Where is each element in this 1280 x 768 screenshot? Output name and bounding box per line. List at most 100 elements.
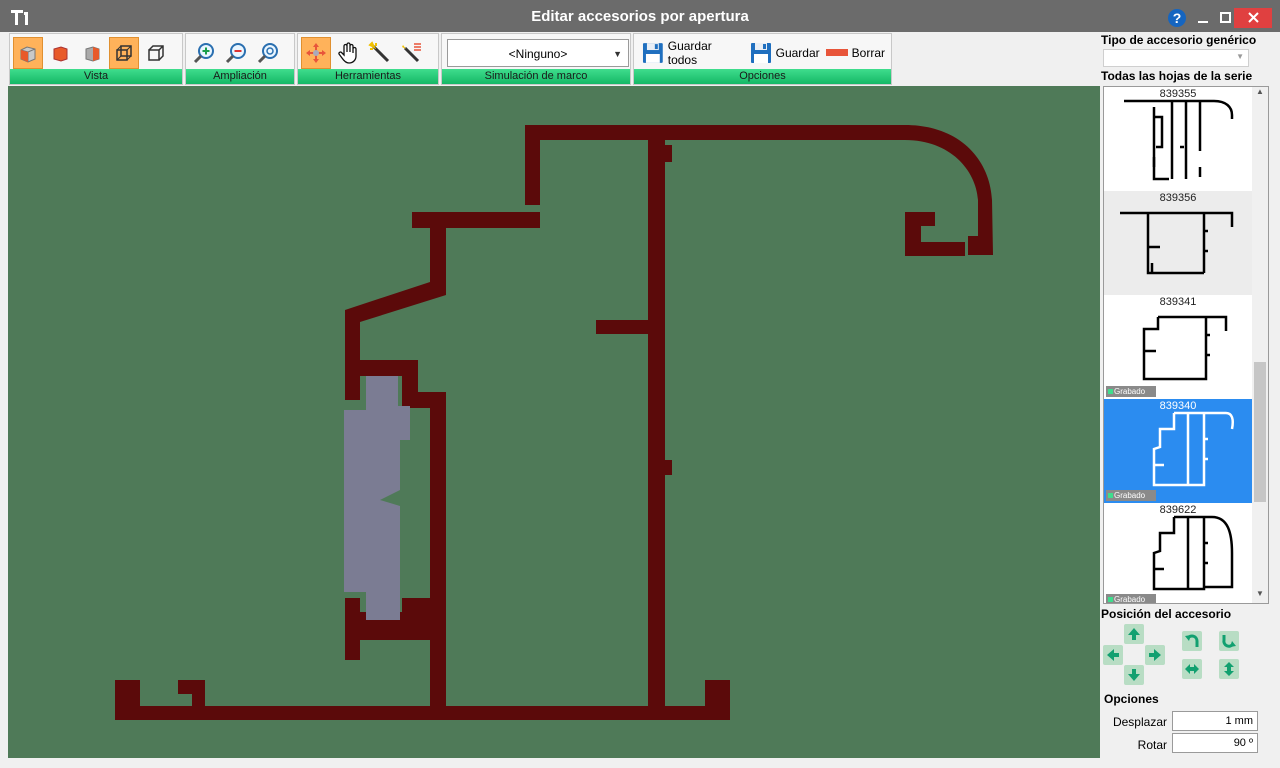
view-perspective-icon <box>148 45 164 61</box>
list-item[interactable]: 839356 <box>1104 191 1252 295</box>
hand-tool-button[interactable] <box>333 37 363 69</box>
delete-icon <box>825 49 848 56</box>
window-title: Editar accesorios por apertura <box>531 8 749 25</box>
flip-horizontal-icon <box>1185 664 1199 674</box>
save-label: Guardar <box>775 46 820 60</box>
frame-simulation-select[interactable]: <Ninguno> ▼ <box>447 39 629 67</box>
list-item[interactable]: 839340 Grabado <box>1104 399 1252 503</box>
toolbar-group-opciones: Guardar todos Guardar Borrar Opciones <box>633 33 892 85</box>
delete-label: Borrar <box>851 46 885 60</box>
generic-type-select[interactable]: ▼ <box>1103 49 1249 67</box>
view-3d-icon <box>20 46 36 63</box>
list-item[interactable]: 839622 Grabado <box>1104 503 1252 603</box>
rotar-label: Rotar <box>1137 738 1167 752</box>
series-label: Todas las hojas de la serie <box>1101 69 1253 83</box>
wand-tool-icon <box>368 41 390 63</box>
maximize-button[interactable] <box>1214 8 1236 28</box>
accessory-shape <box>344 376 410 620</box>
zoom-out-button[interactable] <box>221 37 251 69</box>
list-scrollbar[interactable]: ▲ ▼ <box>1252 87 1268 603</box>
toolbar-group-ampliacion: Ampliación <box>185 33 295 85</box>
minimize-button[interactable] <box>1192 8 1214 28</box>
profile-thumbnail <box>1142 315 1228 381</box>
view-wireframe-button[interactable] <box>109 37 139 69</box>
delete-button[interactable]: Borrar <box>825 38 885 68</box>
save-all-icon <box>642 43 663 63</box>
rotate-right-button[interactable] <box>1219 631 1239 651</box>
zoom-in-button[interactable] <box>189 37 219 69</box>
chevron-down-icon: ▼ <box>613 49 622 59</box>
profile-bottom-bar <box>115 680 730 720</box>
hand-tool-icon <box>338 42 357 64</box>
flip-horizontal-button[interactable] <box>1182 659 1202 679</box>
help-icon: ? <box>1168 9 1186 27</box>
simulacion-label: Simulación de marco <box>442 69 630 84</box>
view-side-icon <box>85 46 100 62</box>
move-up-button[interactable] <box>1124 624 1144 644</box>
rotate-right-icon <box>1222 635 1236 648</box>
help-button[interactable]: ? <box>1166 8 1188 28</box>
rotar-input[interactable]: 90 º <box>1172 733 1258 753</box>
move-tool-button[interactable] <box>301 37 331 69</box>
arrow-left-icon <box>1107 649 1119 661</box>
profile-thumbnail <box>1120 211 1234 275</box>
zoom-fit-button[interactable] <box>253 37 283 69</box>
title-bar: Editar accesorios por apertura ? <box>0 0 1280 32</box>
position-label: Posición del accesorio <box>1101 607 1232 621</box>
flip-vertical-button[interactable] <box>1219 659 1239 679</box>
view-front-button[interactable] <box>45 37 75 69</box>
status-badge: Grabado <box>1106 594 1156 603</box>
opciones-label: Opciones <box>634 69 891 84</box>
arrow-up-icon <box>1128 628 1140 640</box>
profile-thumbnail <box>1124 99 1234 181</box>
profile-bottom-tab <box>178 680 205 706</box>
scroll-up-icon[interactable]: ▲ <box>1252 87 1268 101</box>
generic-type-label: Tipo de accesorio genérico <box>1101 33 1257 47</box>
zoom-out-icon <box>225 43 246 64</box>
close-button[interactable] <box>1234 8 1272 28</box>
wand-sequence-tool-button[interactable] <box>397 37 427 69</box>
flip-vertical-icon <box>1224 662 1234 676</box>
view-perspective-button[interactable] <box>141 37 171 69</box>
series-list[interactable]: 839355 839356 839341 Grabado 839340 Grab… <box>1103 86 1269 604</box>
profile-hook-right <box>905 212 965 256</box>
save-all-button[interactable]: Guardar todos <box>642 38 744 68</box>
list-item[interactable]: 839355 <box>1104 87 1252 191</box>
rotate-left-icon <box>1185 634 1199 647</box>
profile-thumbnail <box>1152 515 1234 591</box>
toolbar-group-simulacion: <Ninguno> ▼ Simulación de marco <box>441 33 631 85</box>
profile-step-upper <box>345 212 540 372</box>
scroll-down-icon[interactable]: ▼ <box>1252 589 1268 603</box>
maximize-icon <box>1219 12 1231 23</box>
status-badge: Grabado <box>1106 490 1156 501</box>
list-item[interactable]: 839341 Grabado <box>1104 295 1252 399</box>
profile-thumbnail <box>1152 411 1234 487</box>
desplazar-label: Desplazar <box>1112 715 1167 729</box>
frame-simulation-value: <Ninguno> <box>508 47 568 61</box>
vista-label: Vista <box>10 69 182 84</box>
profile-lower-leg <box>430 640 446 706</box>
profile-top-bar <box>525 125 993 255</box>
profile-drawing <box>115 125 993 720</box>
drawing-canvas[interactable] <box>8 86 1100 758</box>
options-label: Opciones <box>1104 692 1159 706</box>
wand-tool-button[interactable] <box>365 37 395 69</box>
arrow-right-icon <box>1149 649 1161 661</box>
move-down-button[interactable] <box>1124 665 1144 685</box>
view-wireframe-icon <box>116 45 132 61</box>
desplazar-input[interactable]: 1 mm <box>1172 711 1258 731</box>
move-left-button[interactable] <box>1103 645 1123 665</box>
save-button[interactable]: Guardar <box>750 38 820 68</box>
rotate-left-button[interactable] <box>1182 631 1202 651</box>
save-icon <box>750 43 771 63</box>
chevron-down-icon: ▼ <box>1236 52 1244 61</box>
view-side-button[interactable] <box>77 37 107 69</box>
zoom-fit-icon <box>257 43 278 64</box>
scrollbar-thumb[interactable] <box>1254 362 1266 502</box>
profile-fin <box>596 320 648 334</box>
move-right-button[interactable] <box>1145 645 1165 665</box>
move-tool-icon <box>306 43 326 63</box>
close-icon <box>1247 12 1259 23</box>
view-3d-button[interactable] <box>13 37 43 69</box>
toolbar-group-herramientas: Herramientas <box>297 33 439 85</box>
